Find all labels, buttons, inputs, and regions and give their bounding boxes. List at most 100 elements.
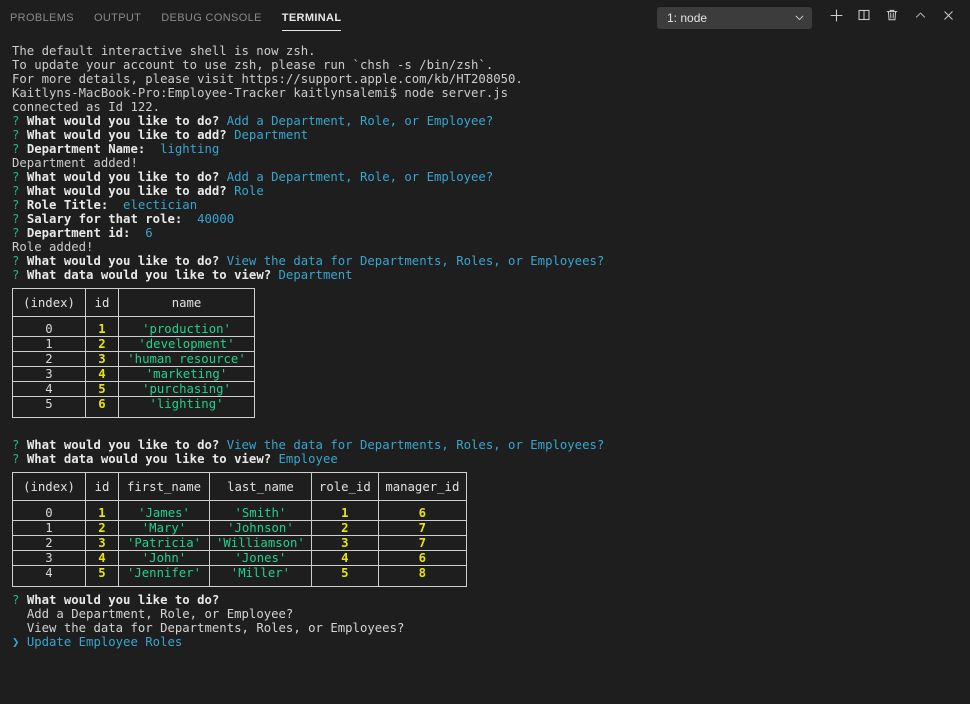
panel-action-icons — [822, 5, 962, 31]
prompt-choice-label: Update Employee Roles — [26, 635, 183, 649]
tab-output[interactable]: OUTPUT — [84, 0, 151, 35]
table-cell: 4 — [85, 550, 119, 566]
column-header: id — [85, 288, 119, 317]
close-panel-button[interactable] — [934, 5, 962, 31]
table-row: 4 5 'Jennifer' 'Miller' 5 8 — [12, 565, 467, 587]
prompt-answer: Add a Department, Role, or Employee? — [226, 114, 494, 128]
prompt-answer: View the data for Departments, Roles, or… — [226, 438, 605, 452]
table-cell: 'marketing' — [118, 366, 255, 382]
table-cell: 5 — [12, 396, 86, 418]
prompt-line: ? What would you like to do? View the da… — [0, 254, 970, 268]
prompt-line: ? What would you like to do? — [0, 593, 970, 607]
new-terminal-button[interactable] — [822, 5, 850, 31]
prompt-marker-icon: ? — [12, 593, 20, 607]
employee-table: (index) id first_name last_name role_id manag… — [12, 472, 467, 587]
panel-tabs: PROBLEMS OUTPUT DEBUG CONSOLE TERMINAL — [0, 0, 351, 35]
table-cell: 'Smith' — [209, 500, 312, 521]
prompt-line: ? Department Name: lighting — [0, 142, 970, 156]
prompt-choice-label: Add a Department, Role, or Employee? — [26, 607, 294, 621]
table-cell: 8 — [377, 565, 467, 587]
table-cell: 'lighting' — [118, 396, 255, 418]
table-cell: 2 — [12, 351, 86, 367]
table-cell: 'James' — [118, 500, 210, 521]
prompt-choice-label: View the data for Departments, Roles, or… — [26, 621, 405, 635]
table-header-row: (index) id first_name last_name role_id manag… — [12, 472, 467, 501]
tab-problems[interactable]: PROBLEMS — [0, 0, 84, 35]
table-cell: 5 — [85, 565, 119, 587]
table-cell: 1 — [12, 336, 86, 352]
prompt-answer: 40000 — [189, 212, 235, 226]
table-cell: 'purchasing' — [118, 381, 255, 397]
table-cell: 2 — [85, 336, 119, 352]
prompt-choice[interactable]: View the data for Departments, Roles, or… — [0, 621, 970, 635]
prompt-question: What would you like to add? — [26, 184, 227, 198]
prompt-line: ? What would you like to add? Role — [0, 184, 970, 198]
table-cell: 3 — [85, 351, 119, 367]
column-header: (index) — [12, 288, 86, 317]
table-row: 1 2'development' — [12, 336, 255, 352]
split-terminal-button[interactable] — [850, 5, 878, 31]
prompt-question: Department Name: — [26, 142, 146, 156]
prompt-question: What data would you like to view? — [26, 452, 272, 466]
close-icon — [942, 9, 955, 27]
prompt-line: ? What would you like to do? Add a Depar… — [0, 170, 970, 184]
maximize-panel-button[interactable] — [906, 5, 934, 31]
terminal-selector-dropdown[interactable]: 1: node — [657, 6, 812, 29]
prompt-marker-icon: ? — [12, 438, 20, 452]
prompt-marker-icon: ? — [12, 128, 20, 142]
tab-debug-console[interactable]: DEBUG CONSOLE — [151, 0, 272, 35]
prompt-answer: Add a Department, Role, or Employee? — [226, 170, 494, 184]
tab-terminal[interactable]: TERMINAL — [272, 0, 352, 35]
prompt-question: Role Title: — [26, 198, 109, 212]
table-cell: 2 — [85, 520, 119, 536]
table-cell: 6 — [85, 396, 119, 418]
table-row: 1 2 'Mary' 'Johnson' 2 7 — [12, 520, 467, 536]
prompt-answer: Employee — [278, 452, 338, 466]
prompt-question: What would you like to add? — [26, 128, 227, 142]
prompt-marker-icon: ? — [12, 452, 20, 466]
terminal-output[interactable]: The default interactive shell is now zsh… — [0, 35, 970, 649]
terminal-line: For more details, please visit https://s… — [12, 72, 523, 86]
table-cell: 'Mary' — [118, 520, 210, 536]
table-cell: 4 — [310, 550, 379, 566]
prompt-marker-icon: ? — [12, 170, 20, 184]
chevron-down-icon — [794, 12, 805, 23]
table-cell: 4 — [12, 381, 86, 397]
prompt-question: Department id: — [26, 226, 131, 240]
department-table: (index) id name 0 1'production' 1 2'developmen… — [12, 288, 255, 418]
prompt-line: ? What data would you like to view? Depa… — [0, 268, 970, 282]
table-cell: 6 — [377, 500, 467, 521]
table-row: 0 1'production' — [12, 316, 255, 337]
trash-icon — [885, 8, 899, 27]
terminal-line: To update your account to use zsh, pleas… — [12, 58, 494, 72]
terminal-selector-value: 1: node — [667, 10, 708, 25]
prompt-marker-icon: ? — [12, 254, 20, 268]
prompt-answer: View the data for Departments, Roles, or… — [226, 254, 605, 268]
kill-terminal-button[interactable] — [878, 5, 906, 31]
table-cell: 3 — [85, 535, 119, 551]
table-row: 3 4'marketing' — [12, 366, 255, 382]
prompt-line: ? What would you like to do? Add a Depar… — [0, 114, 970, 128]
prompt-answer: 6 — [137, 226, 153, 240]
prompt-choice[interactable]: Add a Department, Role, or Employee? — [0, 607, 970, 621]
prompt-choice[interactable]: ❯ Update Employee Roles — [0, 635, 970, 649]
table-cell: 0 — [12, 500, 86, 521]
prompt-answer: electician — [115, 198, 198, 212]
table-cell: 3 — [12, 366, 86, 382]
prompt-question: What would you like to do? — [26, 254, 220, 268]
table-cell: 1 — [310, 500, 379, 521]
table-row: 5 6'lighting' — [12, 396, 255, 418]
prompt-question: What would you like to do? — [26, 170, 220, 184]
prompt-line: ? Department id: 6 — [0, 226, 970, 240]
prompt-question: What would you like to do? — [26, 114, 220, 128]
prompt-line: ? What would you like to do? View the da… — [0, 438, 970, 452]
prompt-marker-icon: ? — [12, 184, 20, 198]
prompt-line: ? What would you like to add? Department — [0, 128, 970, 142]
prompt-answer: Department — [234, 128, 309, 142]
table-cell: 7 — [377, 535, 467, 551]
table-row: 0 1 'James' 'Smith' 1 6 — [12, 500, 467, 521]
prompt-question: What would you like to do? — [26, 593, 220, 607]
table-cell: 4 — [12, 565, 86, 587]
prompt-marker-icon: ? — [12, 114, 20, 128]
